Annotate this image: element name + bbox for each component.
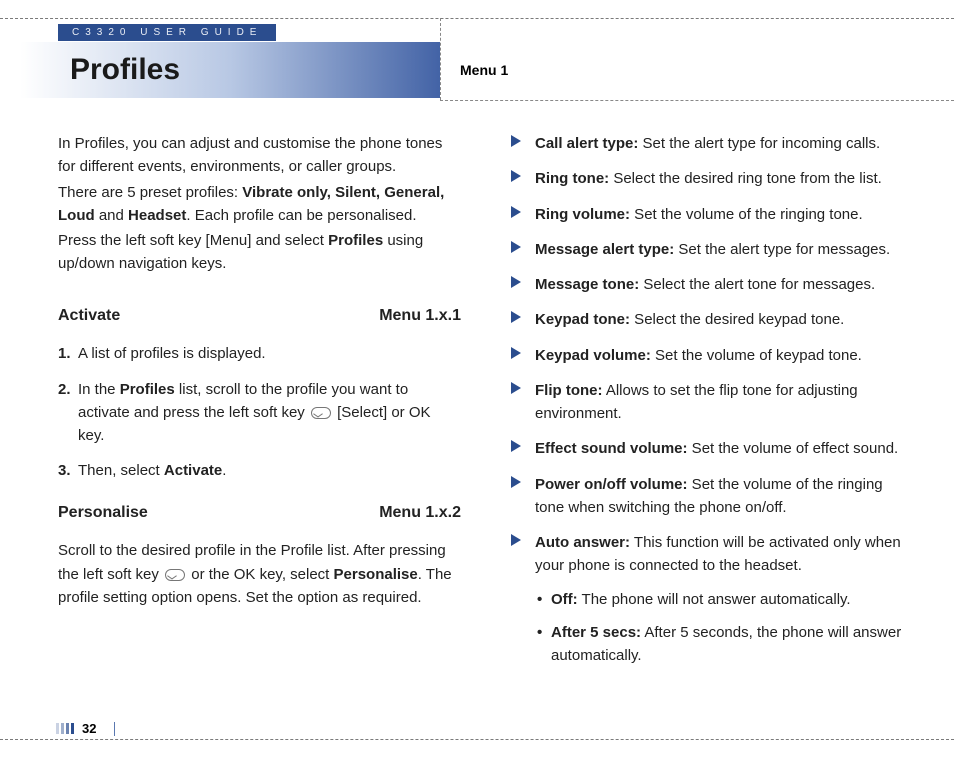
option-desc: Select the alert tone for messages. bbox=[639, 276, 875, 293]
sub-desc: The phone will not answer automatically. bbox=[578, 591, 851, 608]
heading-menu: Menu 1.x.1 bbox=[379, 304, 461, 329]
softkey-icon bbox=[311, 407, 331, 419]
option-term: Auto answer: bbox=[535, 534, 630, 551]
option-term: Flip tone: bbox=[535, 382, 603, 399]
heading-text: Personalise bbox=[58, 501, 148, 526]
page-number: 32 bbox=[56, 721, 115, 736]
bullet-arrow-icon bbox=[511, 206, 521, 218]
option-desc: Set the volume of the ringing tone. bbox=[630, 206, 863, 223]
bullet-arrow-icon bbox=[511, 276, 521, 288]
option-item: Effect sound volume: Set the volume of e… bbox=[511, 437, 914, 460]
bullet-arrow-icon bbox=[511, 534, 521, 546]
option-item: Keypad volume: Set the volume of keypad … bbox=[511, 344, 914, 367]
bullet-arrow-icon bbox=[511, 311, 521, 323]
option-item: Flip tone: Allows to set the flip tone f… bbox=[511, 379, 914, 426]
bullet-arrow-icon bbox=[511, 440, 521, 452]
footer-rule bbox=[0, 739, 954, 740]
text: In the bbox=[78, 381, 120, 398]
bold-text: Personalise bbox=[334, 566, 418, 583]
page-ticks-icon bbox=[56, 723, 74, 734]
option-desc: Set the alert type for messages. bbox=[674, 241, 890, 258]
right-column: Call alert type: Set the alert type for … bbox=[511, 132, 914, 704]
intro-p2: There are 5 preset profiles: Vibrate onl… bbox=[58, 181, 461, 228]
section-heading-personalise: Personalise Menu 1.x.2 bbox=[58, 501, 461, 526]
left-column: In Profiles, you can adjust and customis… bbox=[58, 132, 461, 704]
step-3: Then, select Activate. bbox=[58, 459, 461, 482]
sub-item: After 5 secs: After 5 seconds, the phone… bbox=[537, 621, 914, 668]
intro-p1: In Profiles, you can adjust and customis… bbox=[58, 132, 461, 179]
option-item: Auto answer: This function will be activ… bbox=[511, 531, 914, 667]
bullet-arrow-icon bbox=[511, 241, 521, 253]
heading-menu: Menu 1.x.2 bbox=[379, 501, 461, 526]
guide-label: C3320 USER GUIDE bbox=[58, 24, 276, 41]
page-bar bbox=[114, 722, 115, 736]
bullet-arrow-icon bbox=[511, 170, 521, 182]
option-term: Keypad tone: bbox=[535, 311, 630, 328]
option-item: Message alert type: Set the alert type f… bbox=[511, 238, 914, 261]
header-rule-vertical bbox=[440, 18, 441, 100]
option-desc: Set the volume of keypad tone. bbox=[651, 347, 862, 364]
bold-text: Activate bbox=[164, 462, 222, 479]
step-1: A list of profiles is displayed. bbox=[58, 342, 461, 365]
bullet-arrow-icon bbox=[511, 476, 521, 488]
text: Then, select bbox=[78, 462, 164, 479]
menu-number: Menu 1 bbox=[460, 62, 508, 78]
intro-block: In Profiles, you can adjust and customis… bbox=[58, 132, 461, 276]
personalise-paragraph: Scroll to the desired profile in the Pro… bbox=[58, 539, 461, 609]
bold-text: Profiles bbox=[120, 381, 175, 398]
bullet-arrow-icon bbox=[511, 347, 521, 359]
softkey-icon bbox=[165, 569, 185, 581]
heading-text: Activate bbox=[58, 304, 120, 329]
option-desc: Select the desired keypad tone. bbox=[630, 311, 844, 328]
page-number-value: 32 bbox=[82, 721, 96, 736]
text: . bbox=[222, 462, 226, 479]
text: There are 5 preset profiles: bbox=[58, 184, 242, 201]
top-rule bbox=[0, 18, 954, 19]
option-item: Call alert type: Set the alert type for … bbox=[511, 132, 914, 155]
option-item: Power on/off volume: Set the volume of t… bbox=[511, 473, 914, 520]
bold-text: Profiles bbox=[328, 232, 383, 249]
options-list: Call alert type: Set the alert type for … bbox=[511, 132, 914, 667]
bullet-arrow-icon bbox=[511, 382, 521, 394]
section-heading-activate: Activate Menu 1.x.1 bbox=[58, 304, 461, 329]
option-item: Ring tone: Select the desired ring tone … bbox=[511, 167, 914, 190]
option-item: Keypad tone: Select the desired keypad t… bbox=[511, 308, 914, 331]
auto-answer-sublist: Off: The phone will not answer automatic… bbox=[535, 588, 914, 668]
option-desc: Set the volume of effect sound. bbox=[688, 440, 899, 457]
step-2: In the Profiles list, scroll to the prof… bbox=[58, 378, 461, 448]
sub-term: After 5 secs: bbox=[551, 624, 641, 641]
content-area: In Profiles, you can adjust and customis… bbox=[58, 132, 914, 704]
title-bar: Profiles bbox=[20, 42, 440, 98]
option-desc: Set the alert type for incoming calls. bbox=[638, 135, 880, 152]
option-term: Effect sound volume: bbox=[535, 440, 688, 457]
option-item: Message tone: Select the alert tone for … bbox=[511, 273, 914, 296]
text: Press the left soft key [Menu] and selec… bbox=[58, 232, 328, 249]
activate-steps: A list of profiles is displayed. In the … bbox=[58, 342, 461, 482]
text: or the OK key, select bbox=[187, 566, 333, 583]
option-desc: Select the desired ring tone from the li… bbox=[609, 170, 882, 187]
page-title: Profiles bbox=[70, 53, 180, 87]
sub-term: Off: bbox=[551, 591, 578, 608]
sub-item: Off: The phone will not answer automatic… bbox=[537, 588, 914, 611]
option-term: Ring tone: bbox=[535, 170, 609, 187]
option-term: Power on/off volume: bbox=[535, 476, 688, 493]
intro-p3: Press the left soft key [Menu] and selec… bbox=[58, 229, 461, 276]
option-term: Ring volume: bbox=[535, 206, 630, 223]
option-item: Ring volume: Set the volume of the ringi… bbox=[511, 203, 914, 226]
bullet-arrow-icon bbox=[511, 135, 521, 147]
header-rule-horizontal bbox=[440, 100, 954, 101]
option-term: Message tone: bbox=[535, 276, 639, 293]
option-term: Keypad volume: bbox=[535, 347, 651, 364]
text: and bbox=[95, 207, 128, 224]
text: . Each profile can be personalised. bbox=[186, 207, 416, 224]
bold-text: Headset bbox=[128, 207, 186, 224]
option-term: Call alert type: bbox=[535, 135, 638, 152]
option-term: Message alert type: bbox=[535, 241, 674, 258]
